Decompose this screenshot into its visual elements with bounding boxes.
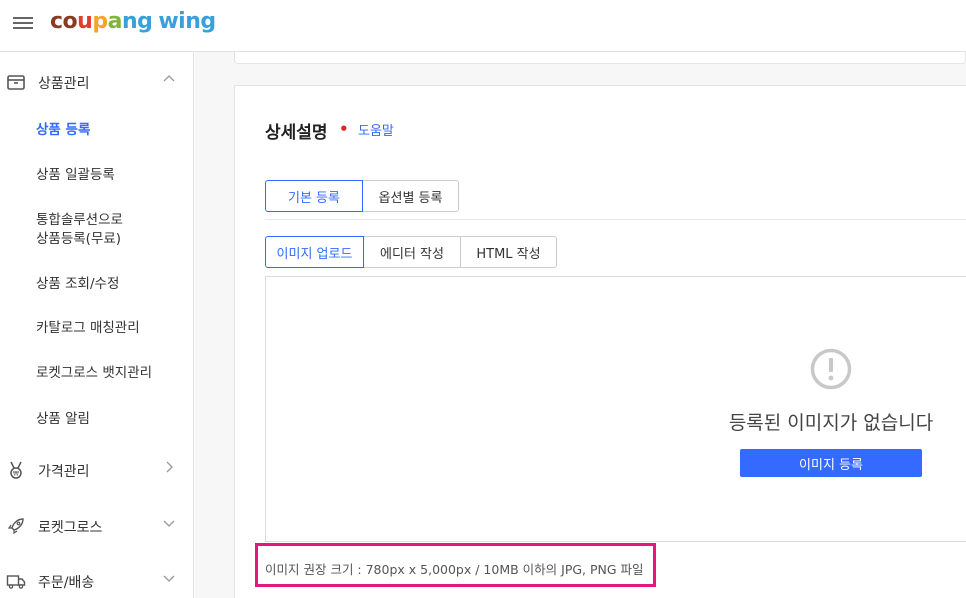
- exclamation-circle-icon: [810, 348, 852, 390]
- logo-text-a: a: [107, 9, 123, 34]
- detail-description-card: 상세설명 • 도움말 기본 등록 옵션별 등록 이미지 업로드 에디터 작성 H…: [234, 85, 966, 598]
- top-header: coupang wing: [0, 0, 966, 52]
- main-content: 상세설명 • 도움말 기본 등록 옵션별 등록 이미지 업로드 에디터 작성 H…: [195, 52, 966, 598]
- logo-text-ng: ng: [121, 9, 153, 34]
- sidebar-group-label: 주문/배송: [38, 575, 95, 591]
- sidebar-group-label: 가격관리: [38, 464, 90, 480]
- hamburger-menu-icon[interactable]: [12, 14, 34, 32]
- tab-editor-write[interactable]: 에디터 작성: [363, 236, 461, 268]
- sidebar-item-rocket-badge[interactable]: 로켓그로스 뱃지관리: [36, 364, 152, 383]
- sidebar-item-bulk-register[interactable]: 상품 일괄등록: [36, 166, 115, 185]
- chevron-down-icon: [163, 520, 175, 527]
- chevron-down-icon: [163, 575, 175, 582]
- sidebar-item-product-alert[interactable]: 상품 알림: [36, 410, 90, 429]
- medal-icon: ₩: [10, 461, 22, 479]
- sidebar-group-label: 로켓그로스: [38, 520, 103, 536]
- help-link[interactable]: 도움말: [358, 120, 394, 139]
- logo-text-u: u: [77, 9, 93, 34]
- sidebar-group-rocket-growth[interactable]: 로켓그로스: [0, 500, 193, 550]
- truck-icon: [6, 575, 26, 589]
- logo-text-co: co: [50, 9, 78, 34]
- registration-tabs: 기본 등록 옵션별 등록: [265, 180, 459, 212]
- image-upload-area: 등록된 이미지가 없습니다 이미지 등록: [265, 276, 966, 542]
- sidebar-item-integrated-solution[interactable]: 통합솔루션으로: [36, 211, 123, 230]
- sidebar-group-order-delivery[interactable]: 주문/배송: [0, 555, 193, 598]
- sidebar-group-label: 상품관리: [38, 76, 90, 92]
- logo-text-wing: wing: [158, 9, 216, 34]
- tab-basic-register[interactable]: 기본 등록: [265, 180, 363, 212]
- logo-text-p: p: [92, 9, 108, 34]
- coupang-wing-logo[interactable]: coupang wing: [50, 9, 216, 34]
- box-icon: [7, 75, 25, 90]
- required-indicator: •: [339, 120, 349, 138]
- rocket-icon: [7, 518, 24, 535]
- svg-text:₩: ₩: [13, 471, 19, 478]
- chevron-up-icon: [163, 75, 175, 82]
- tab-html-write[interactable]: HTML 작성: [460, 236, 557, 268]
- sidebar: 상품관리 상품 등록 상품 일괄등록 통합솔루션으로 상품등록(무료) 상품 조…: [0, 52, 194, 598]
- tab-option-register[interactable]: 옵션별 등록: [362, 180, 459, 212]
- sidebar-group-product-management[interactable]: 상품관리: [0, 56, 193, 106]
- image-size-notice: 이미지 권장 크기 : 780px x 5,000px / 10MB 이하의 J…: [265, 562, 644, 577]
- sidebar-item-product-search-edit[interactable]: 상품 조회/수정: [36, 275, 119, 294]
- sidebar-item-product-register[interactable]: 상품 등록: [36, 121, 90, 140]
- sidebar-item-catalog-matching[interactable]: 카탈로그 매칭관리: [36, 319, 140, 338]
- tab-divider: [265, 219, 966, 220]
- sidebar-item-integrated-solution-free[interactable]: 상품등록(무료): [36, 230, 121, 249]
- sidebar-group-price-management[interactable]: ₩ 가격관리: [0, 444, 193, 494]
- previous-section-card: [234, 52, 966, 64]
- chevron-right-icon: [166, 461, 173, 473]
- empty-images-message: 등록된 이미지가 없습니다: [728, 412, 934, 434]
- section-title: 상세설명: [265, 123, 328, 143]
- editor-tabs: 이미지 업로드 에디터 작성 HTML 작성: [265, 236, 557, 268]
- tab-image-upload[interactable]: 이미지 업로드: [265, 236, 364, 268]
- image-register-button[interactable]: 이미지 등록: [740, 449, 922, 477]
